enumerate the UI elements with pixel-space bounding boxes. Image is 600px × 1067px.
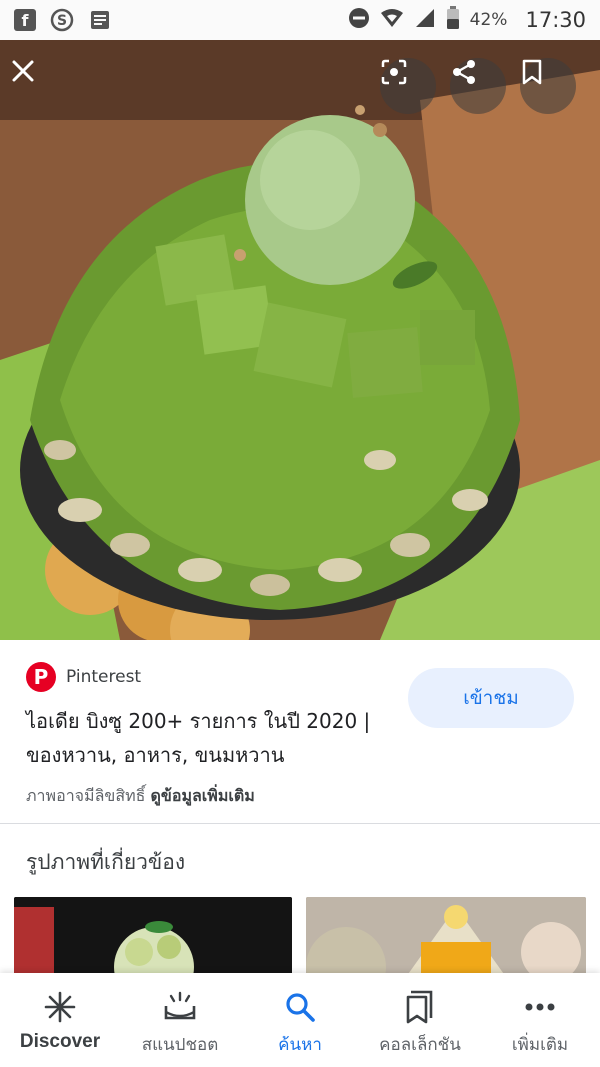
bookmark-icon [522, 59, 542, 85]
source-name: Pinterest [66, 667, 142, 687]
copyright-notice: ภาพอาจมีลิขสิทธิ์ ดูข้อมูลเพิ่มเติม [26, 784, 255, 809]
more-icon [524, 989, 556, 1025]
status-bar: f S 42% 17:30 [0, 0, 600, 40]
source-row[interactable]: P Pinterest [26, 662, 141, 692]
battery-percent: 42% [469, 10, 508, 30]
pinterest-icon: P [26, 662, 56, 692]
lens-button[interactable] [380, 58, 436, 114]
related-image-2[interactable] [306, 897, 586, 977]
nav-discover[interactable]: Discover [0, 973, 120, 1067]
related-image-1[interactable] [14, 897, 292, 977]
nav-label-snapshot: สแนปชอต [141, 1035, 219, 1055]
bookmark-button[interactable] [520, 58, 576, 114]
search-icon [284, 989, 316, 1025]
nav-label-discover: Discover [19, 1031, 101, 1052]
share-icon [453, 60, 475, 84]
collections-icon [405, 989, 435, 1025]
mango-bingsu-thumbnail [306, 897, 586, 977]
svg-text:S: S [57, 13, 67, 29]
snapshot-icon [162, 989, 198, 1025]
lens-icon [381, 59, 407, 85]
more-info-link[interactable]: ดูข้อมูลเพิ่มเติม [151, 786, 255, 805]
result-title[interactable]: ไอเดีย บิงซู 200+ รายการ ในปี 2020 | ของ… [26, 704, 386, 772]
related-images-title: รูปภาพที่เกี่ยวข้อง [26, 850, 186, 874]
nav-label-more: เพิ่มเติม [511, 1035, 569, 1055]
copyright-text: ภาพอาจมีลิขสิทธิ์ [26, 786, 146, 805]
skype-icon: S [50, 8, 74, 32]
news-icon [88, 8, 112, 32]
nav-search[interactable]: ค้นหา [240, 973, 360, 1067]
nav-label-search: ค้นหา [278, 1035, 322, 1055]
share-button[interactable] [450, 58, 506, 114]
close-icon [12, 60, 34, 82]
visit-button[interactable]: เข้าชม [408, 668, 574, 728]
close-button[interactable] [10, 58, 66, 114]
nav-label-collections: คอลเล็กชัน [379, 1035, 461, 1055]
melon-bingsu-thumbnail [14, 897, 292, 977]
nav-more[interactable]: เพิ่มเติม [480, 973, 600, 1067]
clock: 17:30 [525, 8, 586, 32]
nav-snapshot[interactable]: สแนปชอต [120, 973, 240, 1067]
bottom-navigation: Discover สแนปชอต ค้นหา คอลเล็กชัน เพิ่มเ… [0, 973, 600, 1067]
bingsu-photo [0, 40, 600, 640]
signal-icon [414, 7, 436, 33]
facebook-icon: f [14, 9, 36, 31]
asterisk-icon [43, 989, 77, 1025]
result-info: P Pinterest ไอเดีย บิงซู 200+ รายการ ในป… [0, 640, 600, 823]
wifi-icon [380, 7, 404, 33]
battery-icon [446, 6, 460, 34]
preview-image[interactable] [0, 40, 600, 640]
divider [0, 823, 600, 824]
nav-collections[interactable]: คอลเล็กชัน [360, 973, 480, 1067]
dnd-icon [348, 7, 370, 33]
